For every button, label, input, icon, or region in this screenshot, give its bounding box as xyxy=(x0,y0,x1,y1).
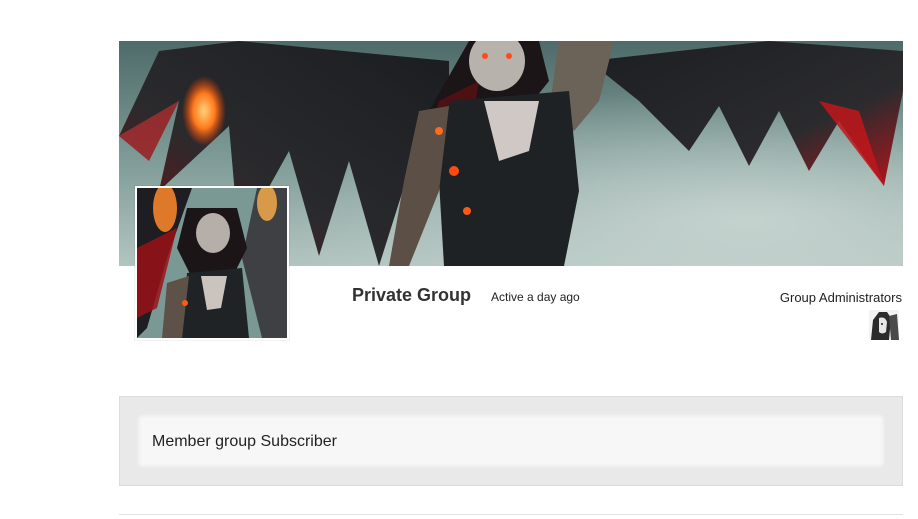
member-panel: Member group Subscriber xyxy=(119,396,903,486)
group-admins-title: Group Administrators xyxy=(779,290,902,305)
group-status: Private Group xyxy=(352,285,472,305)
member-panel-inner: Member group Subscriber xyxy=(137,414,885,468)
group-page: Private Group Active a day ago Group Adm… xyxy=(0,0,918,519)
group-avatar[interactable] xyxy=(135,186,289,340)
last-active: Active a day ago xyxy=(491,290,580,304)
divider xyxy=(119,514,903,515)
member-group-text: Member group Subscriber xyxy=(152,433,337,450)
admin-avatar[interactable] xyxy=(869,310,899,340)
